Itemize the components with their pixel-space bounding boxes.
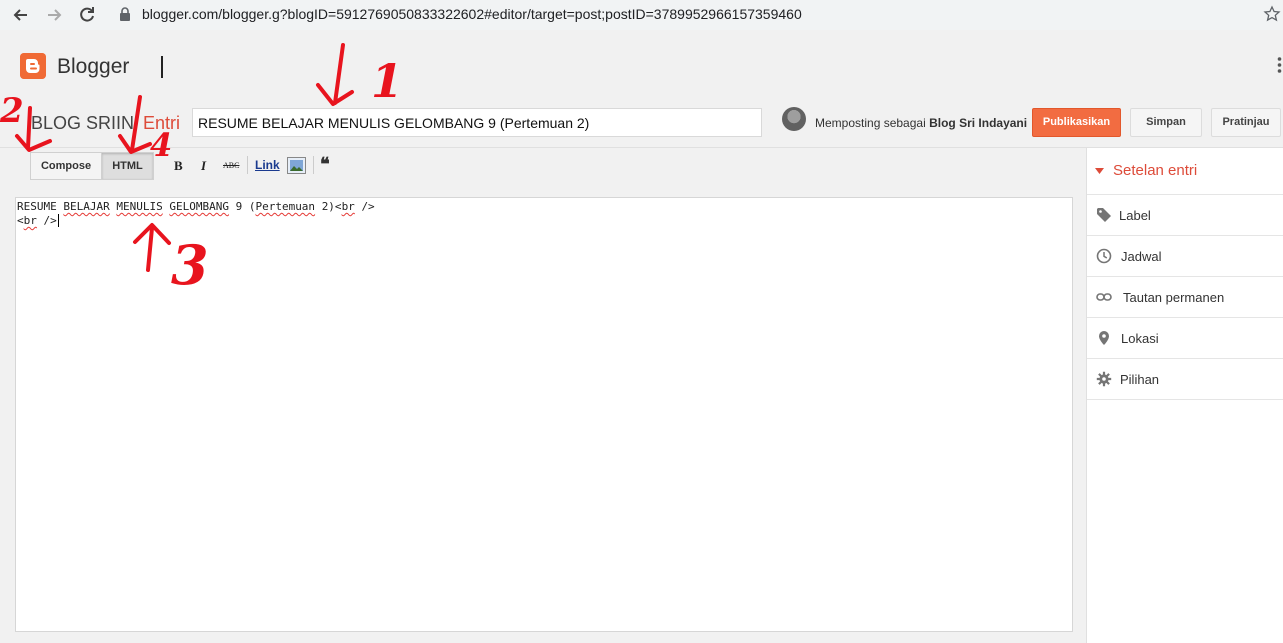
reload-icon[interactable]	[76, 4, 98, 26]
code-word: 2)<	[321, 200, 342, 213]
sidebar-item-schedule[interactable]: Jadwal	[1087, 236, 1283, 277]
editor-toolbar	[0, 148, 1086, 188]
save-button[interactable]: Simpan	[1130, 108, 1202, 137]
sidebar-item-label[interactable]: Label	[1087, 195, 1283, 236]
html-editor-textarea[interactable]	[15, 197, 1073, 632]
bookmark-star-icon[interactable]	[1263, 5, 1281, 23]
code-word: />	[43, 214, 57, 227]
toolbar-separator	[313, 156, 314, 174]
avatar[interactable]	[782, 107, 806, 131]
code-word: Pertemuan	[255, 200, 316, 213]
apps-menu-icon[interactable]	[1276, 56, 1283, 74]
posting-as-prefix: Memposting sebagai	[815, 116, 926, 130]
post-settings-heading[interactable]: Setelan entri	[1113, 162, 1197, 179]
sidebar-item-location[interactable]: Lokasi	[1087, 318, 1283, 359]
post-title-input[interactable]	[192, 108, 762, 137]
code-word: <	[17, 214, 24, 227]
quote-button[interactable]: ❝	[320, 154, 330, 175]
forward-icon[interactable]	[43, 4, 65, 26]
sidebar-item-text: Tautan permanen	[1123, 290, 1225, 305]
gear-icon	[1096, 371, 1112, 387]
compose-mode-button[interactable]: Compose	[30, 152, 102, 180]
code-word: RESUME	[17, 200, 57, 213]
link-icon	[1096, 293, 1112, 301]
text-cursor	[57, 214, 66, 227]
sidebar-item-permalink[interactable]: Tautan permanen	[1087, 277, 1283, 318]
triangle-down-icon	[1095, 168, 1104, 174]
header-divider	[161, 56, 163, 78]
sidebar-item-text: Pilihan	[1120, 372, 1160, 387]
link-button[interactable]: Link	[255, 158, 280, 172]
blog-name[interactable]: BLOG SRIIN	[31, 113, 134, 134]
code-word: />	[361, 200, 375, 213]
code-word: 9	[235, 200, 243, 213]
lock-icon	[120, 7, 130, 21]
html-mode-button[interactable]: HTML	[101, 152, 154, 180]
bold-button[interactable]: B	[174, 158, 183, 174]
sidebar-item-text: Lokasi	[1121, 331, 1159, 346]
html-source-text[interactable]: RESUME BELAJAR MENULIS GELOMBANG 9 (Pert…	[17, 200, 375, 228]
back-icon[interactable]	[10, 4, 32, 26]
publish-button[interactable]: Publikasikan	[1032, 108, 1121, 137]
code-word: BELAJAR	[63, 200, 110, 213]
code-word: br	[341, 200, 355, 213]
sidebar-item-options[interactable]: Pilihan	[1087, 359, 1283, 400]
preview-button[interactable]: Pratinjau	[1211, 108, 1281, 137]
location-pin-icon	[1099, 331, 1109, 345]
posting-as-name: Blog Sri Indayani	[929, 116, 1028, 130]
blogger-logo-text[interactable]: Blogger	[57, 55, 129, 79]
image-icon[interactable]	[287, 157, 306, 174]
code-word: GELOMBANG	[169, 200, 229, 213]
strikethrough-button[interactable]: ABC	[223, 161, 239, 170]
italic-button[interactable]: I	[201, 158, 206, 174]
toolbar-separator	[247, 156, 248, 174]
code-word: br	[23, 214, 37, 227]
sidebar-item-text: Label	[1119, 208, 1151, 223]
section-label[interactable]: Entri	[143, 113, 180, 134]
sidebar-item-text: Jadwal	[1121, 249, 1162, 264]
blogger-logo-icon[interactable]	[20, 53, 46, 79]
code-word: MENULIS	[116, 200, 163, 213]
clock-icon	[1096, 248, 1112, 264]
blogger-header	[0, 30, 1283, 96]
url-text[interactable]: blogger.com/blogger.g?blogID=59127690508…	[142, 6, 802, 22]
tag-icon	[1097, 208, 1111, 222]
posting-as-text: Memposting sebagai Blog Sri Indayani	[815, 116, 1027, 130]
